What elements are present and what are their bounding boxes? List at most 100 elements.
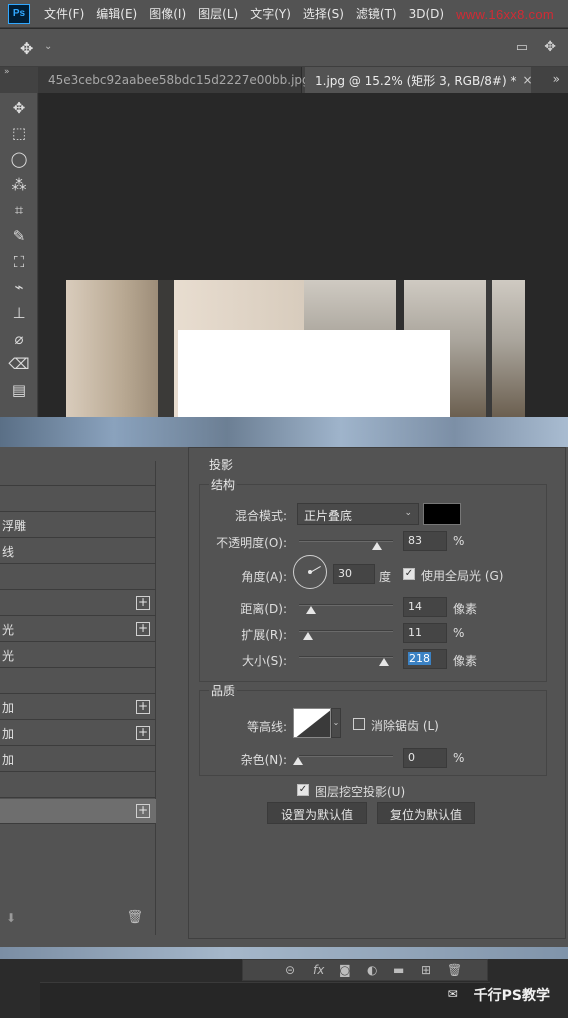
- style-row-bevel[interactable]: 浮雕: [0, 513, 156, 538]
- move-tool-icon[interactable]: ✥: [8, 97, 30, 119]
- document-image[interactable]: [66, 280, 525, 417]
- knockout-checkbox[interactable]: ✓: [297, 784, 309, 796]
- move-tool-icon[interactable]: ✥: [20, 39, 33, 58]
- folder-icon[interactable]: ▬: [393, 963, 404, 977]
- close-icon[interactable]: ×: [522, 73, 532, 87]
- size-label: 大小(S):: [241, 654, 287, 668]
- lasso-tool-icon[interactable]: ◯: [8, 148, 30, 170]
- style-row[interactable]: [0, 669, 156, 694]
- distance-slider-handle[interactable]: [306, 606, 316, 614]
- stamp-tool-icon[interactable]: ⊥: [8, 302, 30, 324]
- add-style-button[interactable]: +: [136, 622, 150, 636]
- size-field[interactable]: 218: [403, 649, 447, 669]
- marquee-tool-icon[interactable]: ⬚: [8, 122, 30, 144]
- style-row[interactable]: 光: [0, 643, 156, 668]
- global-light-label: 使用全局光 (G): [421, 569, 504, 583]
- opacity-slider-handle[interactable]: [372, 542, 382, 550]
- distance-value: 14: [408, 600, 422, 613]
- fx-icon[interactable]: fx: [313, 963, 324, 977]
- menu-layer[interactable]: 图层(L): [198, 5, 238, 22]
- menu-image[interactable]: 图像(I): [149, 5, 186, 22]
- tab-document-2[interactable]: 1.jpg @ 15.2% (矩形 3, RGB/8#) * ×: [305, 67, 533, 93]
- shadow-color-swatch[interactable]: [423, 503, 461, 525]
- spread-field[interactable]: 11: [403, 623, 447, 643]
- menu-filter[interactable]: 滤镜(T): [356, 5, 397, 22]
- angle-dial[interactable]: [293, 555, 327, 589]
- menu-3d[interactable]: 3D(D): [409, 7, 444, 21]
- style-row[interactable]: [0, 565, 156, 590]
- style-row[interactable]: 加 +: [0, 721, 156, 746]
- layers-panel-bottom: ⊝ fx ◙ ◐ ▬ ⊞ 🗑 ✉ 千行PS教学: [0, 959, 568, 1018]
- add-style-button[interactable]: +: [136, 596, 150, 610]
- noise-slider[interactable]: [299, 755, 393, 757]
- move-down-icon[interactable]: ⬇: [6, 911, 16, 925]
- menu-edit[interactable]: 编辑(E): [96, 5, 137, 22]
- style-row[interactable]: 光 +: [0, 617, 156, 642]
- size-unit: 像素: [453, 654, 478, 668]
- link-layers-icon[interactable]: ⊝: [285, 963, 295, 977]
- blend-mode-select[interactable]: 正片叠底 ⌄: [297, 503, 419, 525]
- trash-icon[interactable]: 🗑: [126, 910, 143, 925]
- style-row[interactable]: +: [0, 591, 156, 616]
- gradient-tool-icon[interactable]: ▤: [8, 379, 30, 401]
- blend-mode-value: 正片叠底: [304, 509, 353, 523]
- healing-brush-tool-icon[interactable]: ⛶: [8, 251, 30, 273]
- rectangle-layer[interactable]: [178, 330, 450, 417]
- style-row[interactable]: [0, 461, 156, 486]
- drop-shadow-panel: 投影 结构 混合模式: 正片叠底 ⌄ 不透明度(O): 83 % 角度(A): …: [188, 447, 566, 939]
- tab-document-1[interactable]: 45e3cebc92aabee58bdc15d2227e00bb.jpg: [38, 67, 310, 93]
- adjustment-layer-icon[interactable]: ◐: [367, 963, 377, 977]
- style-row-label: 加: [2, 726, 15, 741]
- trash-icon[interactable]: 🗑: [447, 963, 462, 977]
- style-row[interactable]: [0, 773, 156, 798]
- size-slider-handle[interactable]: [379, 658, 389, 666]
- style-row[interactable]: 加: [0, 747, 156, 772]
- add-style-button[interactable]: +: [136, 700, 150, 714]
- add-style-button[interactable]: +: [136, 804, 150, 818]
- eraser-tool-icon[interactable]: ⌫: [8, 353, 30, 375]
- canvas-area[interactable]: [39, 93, 568, 417]
- quick-select-tool-icon[interactable]: ⁂: [8, 174, 30, 196]
- style-row[interactable]: 加 +: [0, 695, 156, 720]
- style-row[interactable]: [0, 487, 156, 512]
- opacity-field[interactable]: 83: [403, 531, 447, 551]
- angle-label: 角度(A):: [241, 570, 287, 584]
- contour-picker[interactable]: [293, 708, 331, 738]
- menu-select[interactable]: 选择(S): [303, 5, 344, 22]
- contour-dropdown[interactable]: ⌄: [331, 708, 341, 738]
- make-default-button[interactable]: 设置为默认值: [267, 802, 367, 824]
- image-window-bar: [486, 280, 492, 417]
- workspace-icon[interactable]: ▭: [516, 40, 528, 55]
- style-row-drop-shadow[interactable]: +: [0, 799, 156, 824]
- image-door-frame: [158, 280, 174, 417]
- history-brush-tool-icon[interactable]: ⌀: [8, 328, 30, 350]
- move-options-icon[interactable]: ✥: [544, 39, 556, 55]
- global-light-checkbox[interactable]: ✓: [403, 568, 415, 580]
- noise-field[interactable]: 0: [403, 748, 447, 768]
- distance-field[interactable]: 14: [403, 597, 447, 617]
- antialias-checkbox[interactable]: [353, 718, 365, 730]
- reset-default-button[interactable]: 复位为默认值: [377, 802, 475, 824]
- chevron-down-icon[interactable]: ⌄: [44, 41, 52, 52]
- contour-label: 等高线:: [246, 720, 287, 734]
- new-layer-icon[interactable]: ⊞: [421, 963, 431, 977]
- eyedropper-tool-icon[interactable]: ✎: [8, 225, 30, 247]
- brush-tool-icon[interactable]: ⌁: [8, 276, 30, 298]
- options-bar: ✥ ⌄ ▭ ✥: [0, 29, 568, 67]
- style-row-label: 光: [2, 622, 15, 637]
- spread-slider[interactable]: [299, 630, 393, 632]
- menu-file[interactable]: 文件(F): [44, 5, 84, 22]
- noise-slider-handle[interactable]: [293, 757, 303, 765]
- distance-label: 距离(D):: [240, 602, 287, 616]
- angle-field[interactable]: 30: [333, 564, 375, 584]
- crop-tool-icon[interactable]: ⌗: [8, 199, 30, 221]
- photoshop-logo-icon: Ps: [8, 3, 30, 24]
- spread-slider-handle[interactable]: [303, 632, 313, 640]
- style-row-contour[interactable]: 线: [0, 539, 156, 564]
- layer-mask-icon[interactable]: ◙: [339, 963, 351, 977]
- add-style-button[interactable]: +: [136, 726, 150, 740]
- panel-collapse-icon[interactable]: »: [4, 67, 10, 77]
- tabs-overflow-icon[interactable]: »: [553, 72, 560, 86]
- style-row-label: 线: [2, 544, 15, 559]
- menu-type[interactable]: 文字(Y): [250, 5, 291, 22]
